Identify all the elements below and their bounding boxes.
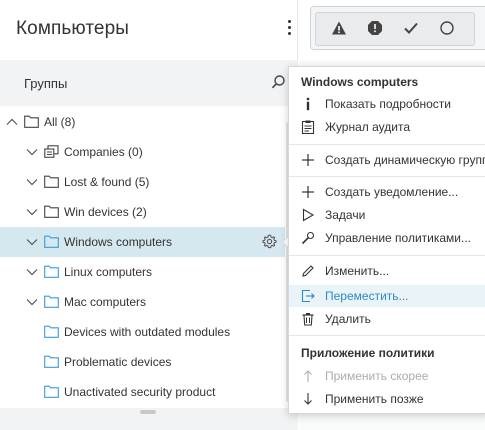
context-menu: Windows computers Показать подробности Ж… xyxy=(288,66,485,414)
tree-item-label: Win devices (2) xyxy=(64,205,147,219)
tree-item-label: Companies (0) xyxy=(64,145,143,159)
chevron-down-icon[interactable] xyxy=(26,296,38,308)
info-icon xyxy=(306,97,310,111)
menu-item-apply-sooner[interactable]: Применить скорее xyxy=(289,365,485,387)
menu-separator xyxy=(289,255,485,256)
page-title: Компьютеры xyxy=(16,18,129,39)
menu-separator xyxy=(289,335,485,336)
plus-icon xyxy=(302,186,314,198)
bottom-bar xyxy=(0,416,298,430)
move-icon xyxy=(301,289,315,303)
menu-item-label: Управление политиками... xyxy=(325,231,471,245)
menu-item-label: Применить позже xyxy=(325,392,424,406)
menu-item-create-dynamic-group[interactable]: Создать динамическую группу xyxy=(289,149,485,171)
check-icon[interactable] xyxy=(403,20,419,36)
menu-item-label: Задачи xyxy=(325,208,366,222)
plus-icon xyxy=(302,154,314,166)
tree-item-win-devices[interactable]: Win devices (2) xyxy=(0,197,298,227)
chevron-up-icon[interactable] xyxy=(6,116,18,128)
tree-item-outdated-modules[interactable]: Devices with outdated modules xyxy=(0,317,298,347)
menu-item-label: Применить скорее xyxy=(325,369,429,383)
menu-item-label: Создать динамическую группу xyxy=(325,153,485,167)
menu-item-delete[interactable]: Удалить xyxy=(289,308,485,330)
menu-title: Windows computers xyxy=(301,75,419,89)
menu-item-manage-policies[interactable]: Управление политиками... xyxy=(289,227,485,249)
chevron-down-icon[interactable] xyxy=(26,236,38,248)
wrench-icon xyxy=(301,231,315,245)
tree-item-linux-computers[interactable]: Linux computers xyxy=(0,257,298,287)
tree-item-windows-computers[interactable]: Windows computers xyxy=(0,227,285,257)
tree-item-label: Mac computers xyxy=(64,295,147,309)
tree-item-label: Unactivated security product xyxy=(64,385,216,399)
tree-item-companies[interactable]: Companies (0) xyxy=(0,137,298,167)
trash-icon xyxy=(302,313,314,326)
menu-item-edit[interactable]: Изменить... xyxy=(289,260,485,282)
menu-item-tasks[interactable]: Задачи xyxy=(289,204,485,226)
warning-icon[interactable] xyxy=(331,20,347,36)
menu-item-apply-later[interactable]: Применить позже xyxy=(289,388,485,410)
audit-log-icon xyxy=(301,120,315,134)
menu-separator xyxy=(289,144,485,145)
pencil-icon xyxy=(302,265,314,277)
tree-item-label: All (8) xyxy=(44,115,76,129)
chevron-down-icon[interactable] xyxy=(26,146,38,158)
folder-icon xyxy=(44,385,59,398)
companies-icon xyxy=(44,145,59,158)
more-options-icon[interactable] xyxy=(285,20,293,38)
menu-item-label: Журнал аудита xyxy=(325,120,411,134)
menu-item-create-notification[interactable]: Создать уведомление... xyxy=(289,181,485,203)
folder-icon xyxy=(44,235,59,248)
tree-item-lost-found[interactable]: Lost & found (5) xyxy=(0,167,298,197)
menu-item-label: Создать уведомление... xyxy=(325,185,459,199)
folder-icon xyxy=(44,265,59,278)
menu-item-label: Переместить... xyxy=(325,289,409,303)
tree-item-label: Windows computers xyxy=(64,235,173,249)
gear-icon[interactable] xyxy=(262,234,277,249)
left-panel: Компьютеры Группы All (8) Companies (0) … xyxy=(0,0,298,430)
tree-item-label: Devices with outdated modules xyxy=(64,325,231,339)
resize-handle[interactable] xyxy=(140,410,156,414)
folder-icon xyxy=(44,175,59,188)
folder-icon xyxy=(44,295,59,308)
groups-label: Группы xyxy=(24,76,68,91)
error-icon[interactable] xyxy=(367,20,383,36)
play-icon xyxy=(302,208,315,222)
chevron-down-icon[interactable] xyxy=(26,266,38,278)
menu-separator xyxy=(289,176,485,177)
arrow-down-icon xyxy=(304,393,312,405)
chevron-down-icon[interactable] xyxy=(26,176,38,188)
groups-header: Группы xyxy=(0,60,298,106)
folder-icon xyxy=(24,115,39,128)
tree-item-label: Lost & found (5) xyxy=(64,175,150,189)
menu-item-audit-log[interactable]: Журнал аудита xyxy=(289,116,485,138)
folder-icon xyxy=(44,325,59,338)
circle-icon[interactable] xyxy=(439,20,455,36)
menu-item-label: Показать подробности xyxy=(325,97,451,111)
search-icon[interactable] xyxy=(270,74,286,90)
tree-item-label: Linux computers xyxy=(64,265,153,279)
arrow-up-icon xyxy=(304,370,312,382)
tree-item-problematic-devices[interactable]: Problematic devices xyxy=(0,347,298,377)
menu-item-label: Изменить... xyxy=(325,264,390,278)
tree-item-unactivated-product[interactable]: Unactivated security product xyxy=(0,377,298,407)
menu-item-move[interactable]: Переместить... xyxy=(289,285,485,307)
tree-item-all[interactable]: All (8) xyxy=(0,107,298,137)
menu-section-title: Приложение политики xyxy=(301,346,435,360)
tree-item-label: Problematic devices xyxy=(64,355,172,369)
tree-item-mac-computers[interactable]: Mac computers xyxy=(0,287,298,317)
chevron-down-icon[interactable] xyxy=(26,206,38,218)
menu-item-show-details[interactable]: Показать подробности xyxy=(289,93,485,115)
menu-item-label: Удалить xyxy=(325,312,371,326)
folder-icon xyxy=(44,355,59,368)
folder-icon xyxy=(44,205,59,218)
